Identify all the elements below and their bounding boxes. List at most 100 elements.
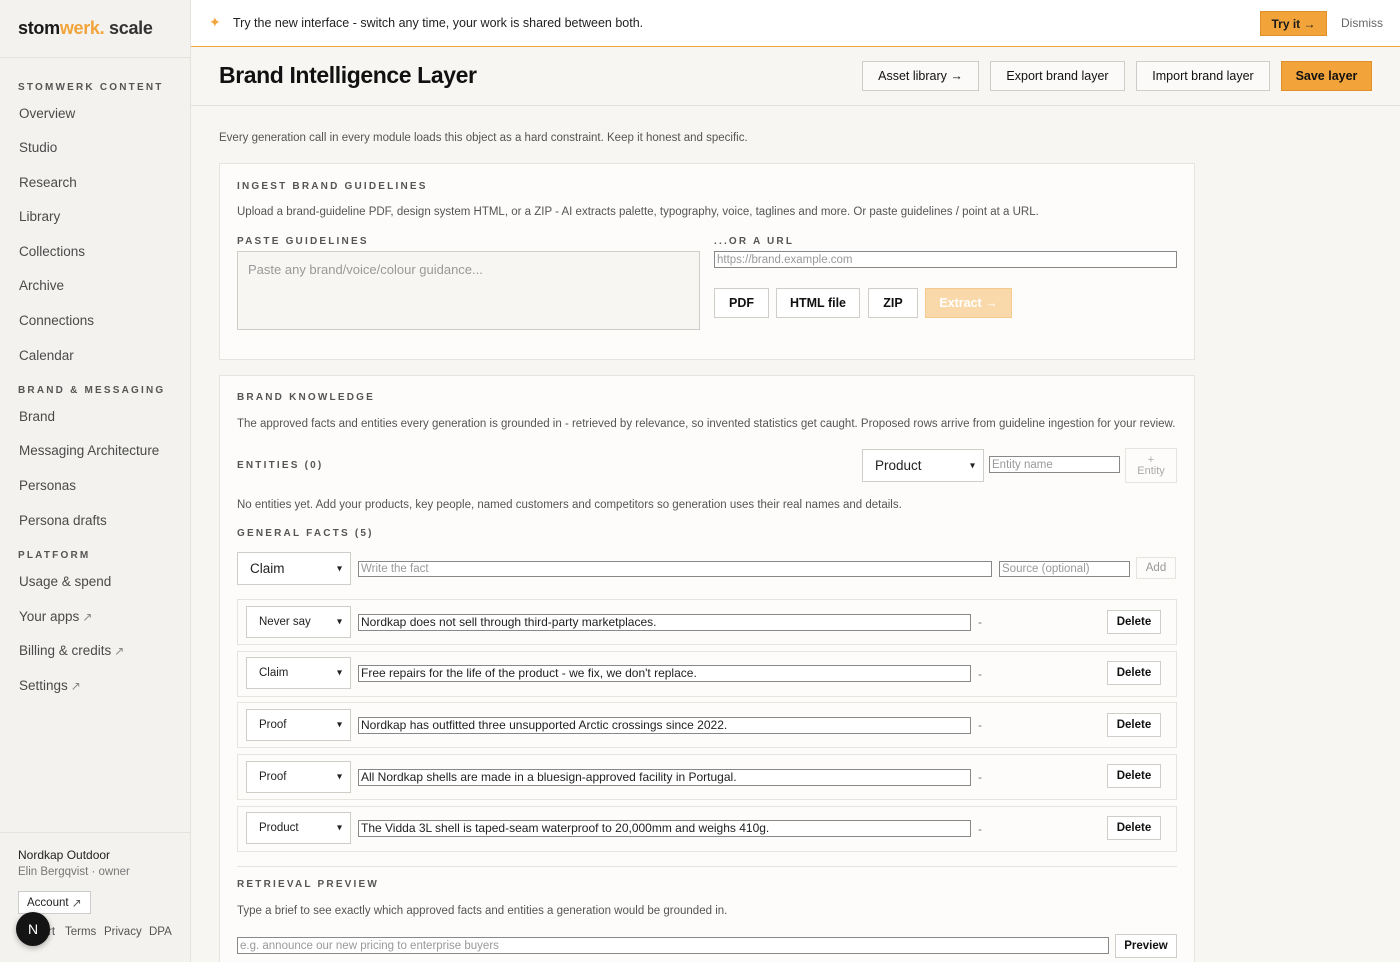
app-logo[interactable]: stomwerk. scale [18,18,153,39]
intro-text: Every generation call in every module lo… [219,132,748,144]
fact-text-field[interactable]: The Vidda 3L shell is taped-seam waterpr… [358,820,971,837]
preview-button[interactable]: Preview [1115,934,1177,958]
fact-type-select[interactable]: Proof ▾ [246,761,351,793]
sidebar-item-connections[interactable]: Connections [19,313,94,328]
ingest-heading: INGEST BRAND GUIDELINES [237,181,428,192]
fact-type-value: Product [259,822,299,834]
sidebar-item-brand[interactable]: Brand [19,409,55,424]
new-interface-banner: ✦ Try the new interface - switch any tim… [191,0,1400,47]
sparkle-icon: ✦ [209,14,221,30]
url-label: ...OR A URL [714,236,795,247]
save-layer-button[interactable]: Save layer [1281,61,1372,91]
sidebar: stomwerk. scale STOMWERK CONTENT Overvie… [0,0,191,962]
url-input[interactable] [714,251,1177,268]
external-link-icon: ↗ [82,610,93,624]
fact-type-select[interactable]: Proof ▾ [246,709,351,741]
fact-type-select[interactable]: Never say ▾ [246,606,351,638]
sidebar-item-your-apps[interactable]: Your apps ↗ [19,609,92,624]
sidebar-item-settings[interactable]: Settings ↗ [19,678,81,693]
asset-library-button[interactable]: Asset library → [862,61,979,91]
banner-text: Try the new interface - switch any time,… [233,16,644,30]
fact-source-empty: - [978,770,982,784]
fact-type-select[interactable]: Claim ▾ [246,657,351,689]
nav-section-platform: PLATFORM [18,550,91,561]
upload-html-button[interactable]: HTML file [776,288,860,318]
sidebar-item-archive[interactable]: Archive [19,278,64,293]
chevron-down-icon: ▾ [969,460,975,471]
sidebar-item-messaging-architecture[interactable]: Messaging Architecture [19,443,159,458]
page-header: Brand Intelligence Layer Asset library →… [191,47,1400,106]
plus-icon: + [1147,453,1155,466]
logo-text-scale: scale [104,18,153,38]
delete-fact-button[interactable]: Delete [1107,816,1161,840]
sidebar-item-calendar[interactable]: Calendar [19,348,74,363]
fact-text-field[interactable]: Nordkap does not sell through third-part… [358,614,971,631]
brand-knowledge-description: The approved facts and entities every ge… [237,418,1176,430]
chevron-down-icon: ▾ [336,719,342,731]
add-entity-button[interactable]: + Entity [1125,448,1177,483]
fact-text-input[interactable] [358,561,992,577]
retrieval-brief-input[interactable] [237,937,1109,954]
extract-button[interactable]: Extract → [925,288,1012,318]
logo-text-stom: stom [18,18,60,38]
entity-name-input[interactable] [989,456,1120,473]
chevron-down-icon: ▾ [336,771,342,783]
fact-type-value: Claim [259,667,289,679]
new-fact-type-select[interactable]: Claim ▾ [237,552,351,585]
section-divider [237,866,1177,867]
org-name: Nordkap Outdoor [18,848,111,862]
fact-source-empty: - [978,615,982,629]
page-title: Brand Intelligence Layer [219,62,477,88]
brand-knowledge-heading: BRAND KNOWLEDGE [237,392,375,403]
sidebar-item-personas[interactable]: Personas [19,478,76,493]
chevron-down-icon: ▾ [336,667,342,679]
fact-source-empty: - [978,822,982,836]
sidebar-item-billing-credits[interactable]: Billing & credits ↗ [19,643,124,658]
fact-text-field[interactable]: Free repairs for the life of the product… [358,665,971,682]
fact-type-select[interactable]: Product ▾ [246,812,351,844]
fact-type-value: Proof [259,771,287,783]
sidebar-item-label: Billing & credits [19,643,112,658]
upload-zip-button[interactable]: ZIP [868,288,918,318]
sidebar-item-research[interactable]: Research [19,175,77,190]
export-brand-layer-button[interactable]: Export brand layer [990,61,1125,91]
import-brand-layer-button[interactable]: Import brand layer [1136,61,1270,91]
external-link-icon: ↗ [114,644,125,658]
try-it-button[interactable]: Try it → [1260,11,1327,36]
nav-section-stomwerk-content: STOMWERK CONTENT [18,82,164,93]
paste-guidelines-textarea[interactable] [237,251,700,330]
fact-source-empty: - [978,667,982,681]
dismiss-button[interactable]: Dismiss [1341,16,1383,30]
delete-fact-button[interactable]: Delete [1107,713,1161,737]
footer-link-dpa[interactable]: DPA [149,926,172,938]
fact-source-empty: - [978,718,982,732]
account-button[interactable]: Account ↗ [18,891,91,914]
sidebar-item-overview[interactable]: Overview [19,106,75,121]
fact-text-field[interactable]: Nordkap has outfitted three unsupported … [358,717,971,734]
retrieval-preview-heading: RETRIEVAL PREVIEW [237,879,380,890]
sidebar-item-usage-spend[interactable]: Usage & spend [19,574,111,589]
chevron-down-icon: ▾ [336,822,342,834]
chevron-down-icon: ▾ [336,563,342,574]
entity-type-select[interactable]: Product ▾ [862,449,984,482]
add-entity-label: Entity [1137,464,1165,477]
sidebar-item-library[interactable]: Library [19,209,60,224]
delete-fact-button[interactable]: Delete [1107,610,1161,634]
fact-text-field[interactable]: All Nordkap shells are made in a bluesig… [358,769,971,786]
sidebar-item-label: Settings [19,678,68,693]
account-button-label: Account [27,896,69,909]
fact-type-value: Proof [259,719,287,731]
add-fact-button[interactable]: Add [1136,557,1176,579]
sidebar-item-studio[interactable]: Studio [19,140,57,155]
delete-fact-button[interactable]: Delete [1107,764,1161,788]
footer-link-terms[interactable]: Terms [65,926,96,938]
avatar[interactable]: N [16,912,50,946]
footer-link-privacy[interactable]: Privacy [104,926,142,938]
sidebar-item-persona-drafts[interactable]: Persona drafts [19,513,107,528]
delete-fact-button[interactable]: Delete [1107,661,1161,685]
new-fact-type-value: Claim [250,561,285,576]
fact-source-input[interactable] [999,561,1130,577]
retrieval-preview-description: Type a brief to see exactly which approv… [237,905,728,917]
sidebar-item-collections[interactable]: Collections [19,244,85,259]
upload-pdf-button[interactable]: PDF [714,288,769,318]
